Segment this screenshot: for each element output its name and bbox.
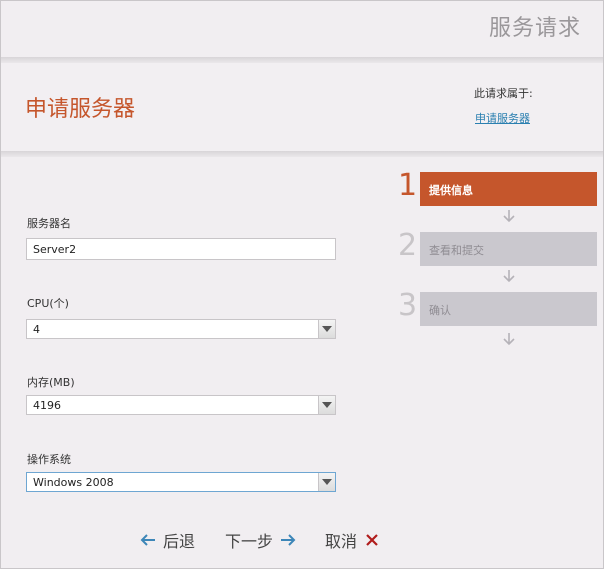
step-number: 2: [398, 228, 418, 263]
memory-label: 内存(MB): [27, 376, 75, 389]
belongs-to-label: 此请求属于:: [474, 87, 533, 100]
os-dropdown-button[interactable]: [318, 473, 335, 491]
os-select-value: Windows 2008: [33, 476, 114, 489]
belongs-to-link[interactable]: 申请服务器: [475, 110, 530, 126]
step-box: 提供信息: [420, 172, 597, 206]
back-button[interactable]: 后退: [139, 528, 195, 552]
service-request-window: 服务请求 申请服务器 此请求属于: 申请服务器 服务器名 CPU(个) 4 内存…: [0, 0, 604, 569]
server-name-input[interactable]: [26, 238, 336, 260]
header: 服务请求: [1, 1, 603, 57]
step-2: 2 查看和提交: [394, 228, 597, 266]
cancel-button[interactable]: 取消: [325, 528, 379, 552]
step-number: 1: [398, 168, 418, 203]
chevron-down-icon: [322, 402, 332, 408]
cancel-label: 取消: [325, 532, 358, 551]
memory-select[interactable]: 4196: [26, 395, 336, 415]
step-label: 查看和提交: [429, 244, 484, 257]
next-label: 下一步: [225, 532, 274, 551]
cpu-select-value: 4: [33, 323, 40, 336]
step-box: 确认: [420, 292, 597, 326]
arrow-left-icon: [139, 532, 157, 548]
chevron-down-icon: [322, 479, 332, 485]
arrow-right-icon: [279, 532, 297, 548]
cpu-select[interactable]: 4: [26, 319, 336, 339]
os-label: 操作系统: [27, 453, 71, 466]
os-select[interactable]: Windows 2008: [26, 472, 336, 492]
step-number: 3: [398, 288, 418, 323]
chevron-down-icon: [322, 326, 332, 332]
cpu-dropdown-button[interactable]: [318, 320, 335, 338]
step-label: 提供信息: [429, 184, 473, 197]
memory-select-value: 4196: [33, 399, 61, 412]
step-box: 查看和提交: [420, 232, 597, 266]
next-button[interactable]: 下一步: [225, 528, 297, 552]
step-1: 1 提供信息: [394, 168, 597, 206]
close-icon: [365, 533, 379, 547]
arrow-down-icon: [503, 333, 515, 346]
cpu-label: CPU(个): [27, 297, 69, 310]
title-band: 申请服务器 此请求属于: 申请服务器: [1, 63, 603, 151]
step-3: 3 确认: [394, 288, 597, 326]
step-label: 确认: [429, 304, 451, 317]
memory-dropdown-button[interactable]: [318, 396, 335, 414]
arrow-down-icon: [503, 210, 515, 223]
back-label: 后退: [163, 532, 196, 551]
form-area: 服务器名 CPU(个) 4 内存(MB) 4196 操作系统 Windows 2…: [1, 157, 603, 568]
arrow-down-icon: [503, 270, 515, 283]
portal-title: 服务请求: [488, 16, 581, 41]
wizard-footer: 后退 下一步 取消: [1, 528, 603, 552]
server-name-label: 服务器名: [27, 217, 71, 230]
page-title: 申请服务器: [25, 97, 136, 122]
